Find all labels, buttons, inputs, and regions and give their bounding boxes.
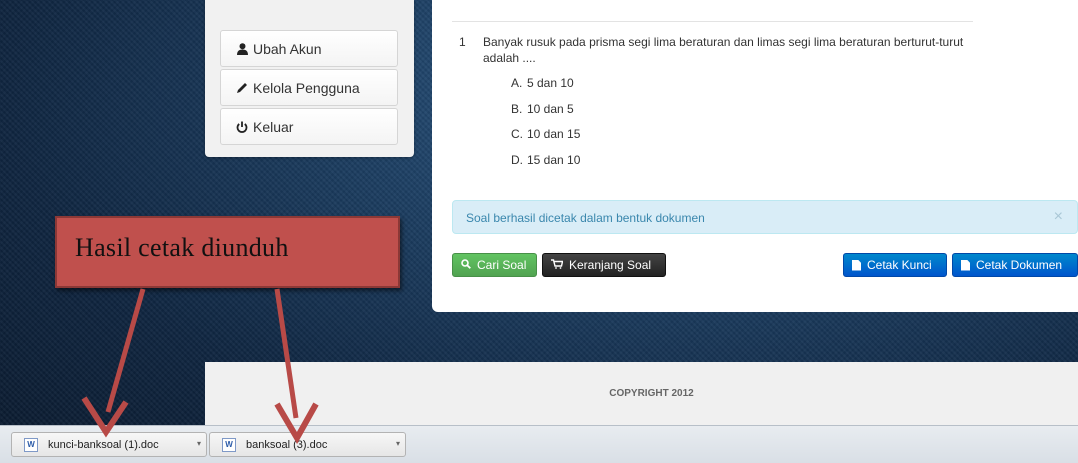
question-panel: 1 Banyak rusuk pada prisma segi lima ber… [432, 0, 1078, 312]
search-icon [461, 258, 471, 272]
cari-soal-label: Cari Soal [477, 258, 527, 272]
power-icon [235, 121, 249, 133]
download-filename: kunci-banksoal (1).doc [48, 438, 159, 451]
option-text: 5 dan 10 [527, 76, 574, 90]
divider [452, 21, 973, 22]
cetak-kunci-label: Cetak Kunci [867, 258, 932, 272]
cari-soal-button[interactable]: Cari Soal [452, 253, 537, 277]
question-item: 1 Banyak rusuk pada prisma segi lima ber… [459, 34, 979, 66]
kelola-pengguna-button[interactable]: Kelola Pengguna [220, 69, 398, 106]
alert-close-icon[interactable]: × [1054, 208, 1063, 226]
page-footer: COPYRIGHT 2012 [205, 362, 1078, 425]
file-icon [852, 259, 861, 271]
option-a: A. 5 dan 10 [511, 76, 580, 102]
option-c: C. 10 dan 15 [511, 127, 580, 153]
chevron-down-icon[interactable]: ▾ [192, 433, 206, 456]
option-label: C. [511, 127, 523, 141]
kelola-pengguna-label: Kelola Pengguna [253, 79, 360, 96]
answer-options: A. 5 dan 10 B. 10 dan 5 C. 10 dan 15 D. … [511, 76, 580, 178]
download-bar: W kunci-banksoal (1).doc ▾ W banksoal (3… [0, 425, 1078, 463]
chevron-down-icon[interactable]: ▾ [391, 433, 405, 456]
alert-message: Soal berhasil dicetak dalam bentuk dokum… [466, 211, 705, 225]
success-alert: Soal berhasil dicetak dalam bentuk dokum… [452, 200, 1078, 234]
option-d: D. 15 dan 10 [511, 153, 580, 179]
keluar-button[interactable]: Keluar [220, 108, 398, 145]
user-icon [235, 42, 249, 55]
option-label: B. [511, 101, 523, 116]
file-icon [961, 259, 970, 271]
download-item[interactable]: W banksoal (3).doc ▾ [209, 432, 406, 457]
cetak-dokumen-button[interactable]: Cetak Dokumen [952, 253, 1078, 277]
ubah-akun-label: Ubah Akun [253, 40, 322, 57]
ubah-akun-button[interactable]: Ubah Akun [220, 30, 398, 67]
keluar-label: Keluar [253, 118, 294, 135]
word-doc-icon: W [24, 437, 38, 452]
keranjang-soal-button[interactable]: Keranjang Soal [542, 253, 666, 277]
question-text: Banyak rusuk pada prisma segi lima berat… [483, 35, 964, 65]
annotation-text: Hasil cetak diunduh [75, 233, 289, 262]
option-text: 10 dan 5 [527, 101, 574, 116]
annotation-callout: Hasil cetak diunduh [55, 216, 400, 288]
account-menu-panel: Ubah Akun Kelola Pengguna Keluar [205, 0, 414, 157]
copyright-text: COPYRIGHT 2012 [609, 388, 694, 399]
keranjang-soal-label: Keranjang Soal [569, 258, 652, 272]
option-b: B. 10 dan 5 [511, 102, 580, 128]
pencil-icon [235, 82, 249, 94]
word-doc-icon: W [222, 437, 236, 452]
question-number: 1 [459, 35, 466, 49]
download-filename: banksoal (3).doc [246, 438, 328, 451]
option-label: D. [511, 152, 523, 167]
cetak-kunci-button[interactable]: Cetak Kunci [843, 253, 947, 277]
shopping-cart-icon [551, 258, 564, 272]
option-text: 10 dan 15 [527, 127, 581, 141]
cetak-dokumen-label: Cetak Dokumen [976, 258, 1063, 272]
download-item[interactable]: W kunci-banksoal (1).doc ▾ [11, 432, 207, 457]
option-label: A. [511, 76, 523, 90]
option-text: 15 dan 10 [527, 152, 581, 167]
